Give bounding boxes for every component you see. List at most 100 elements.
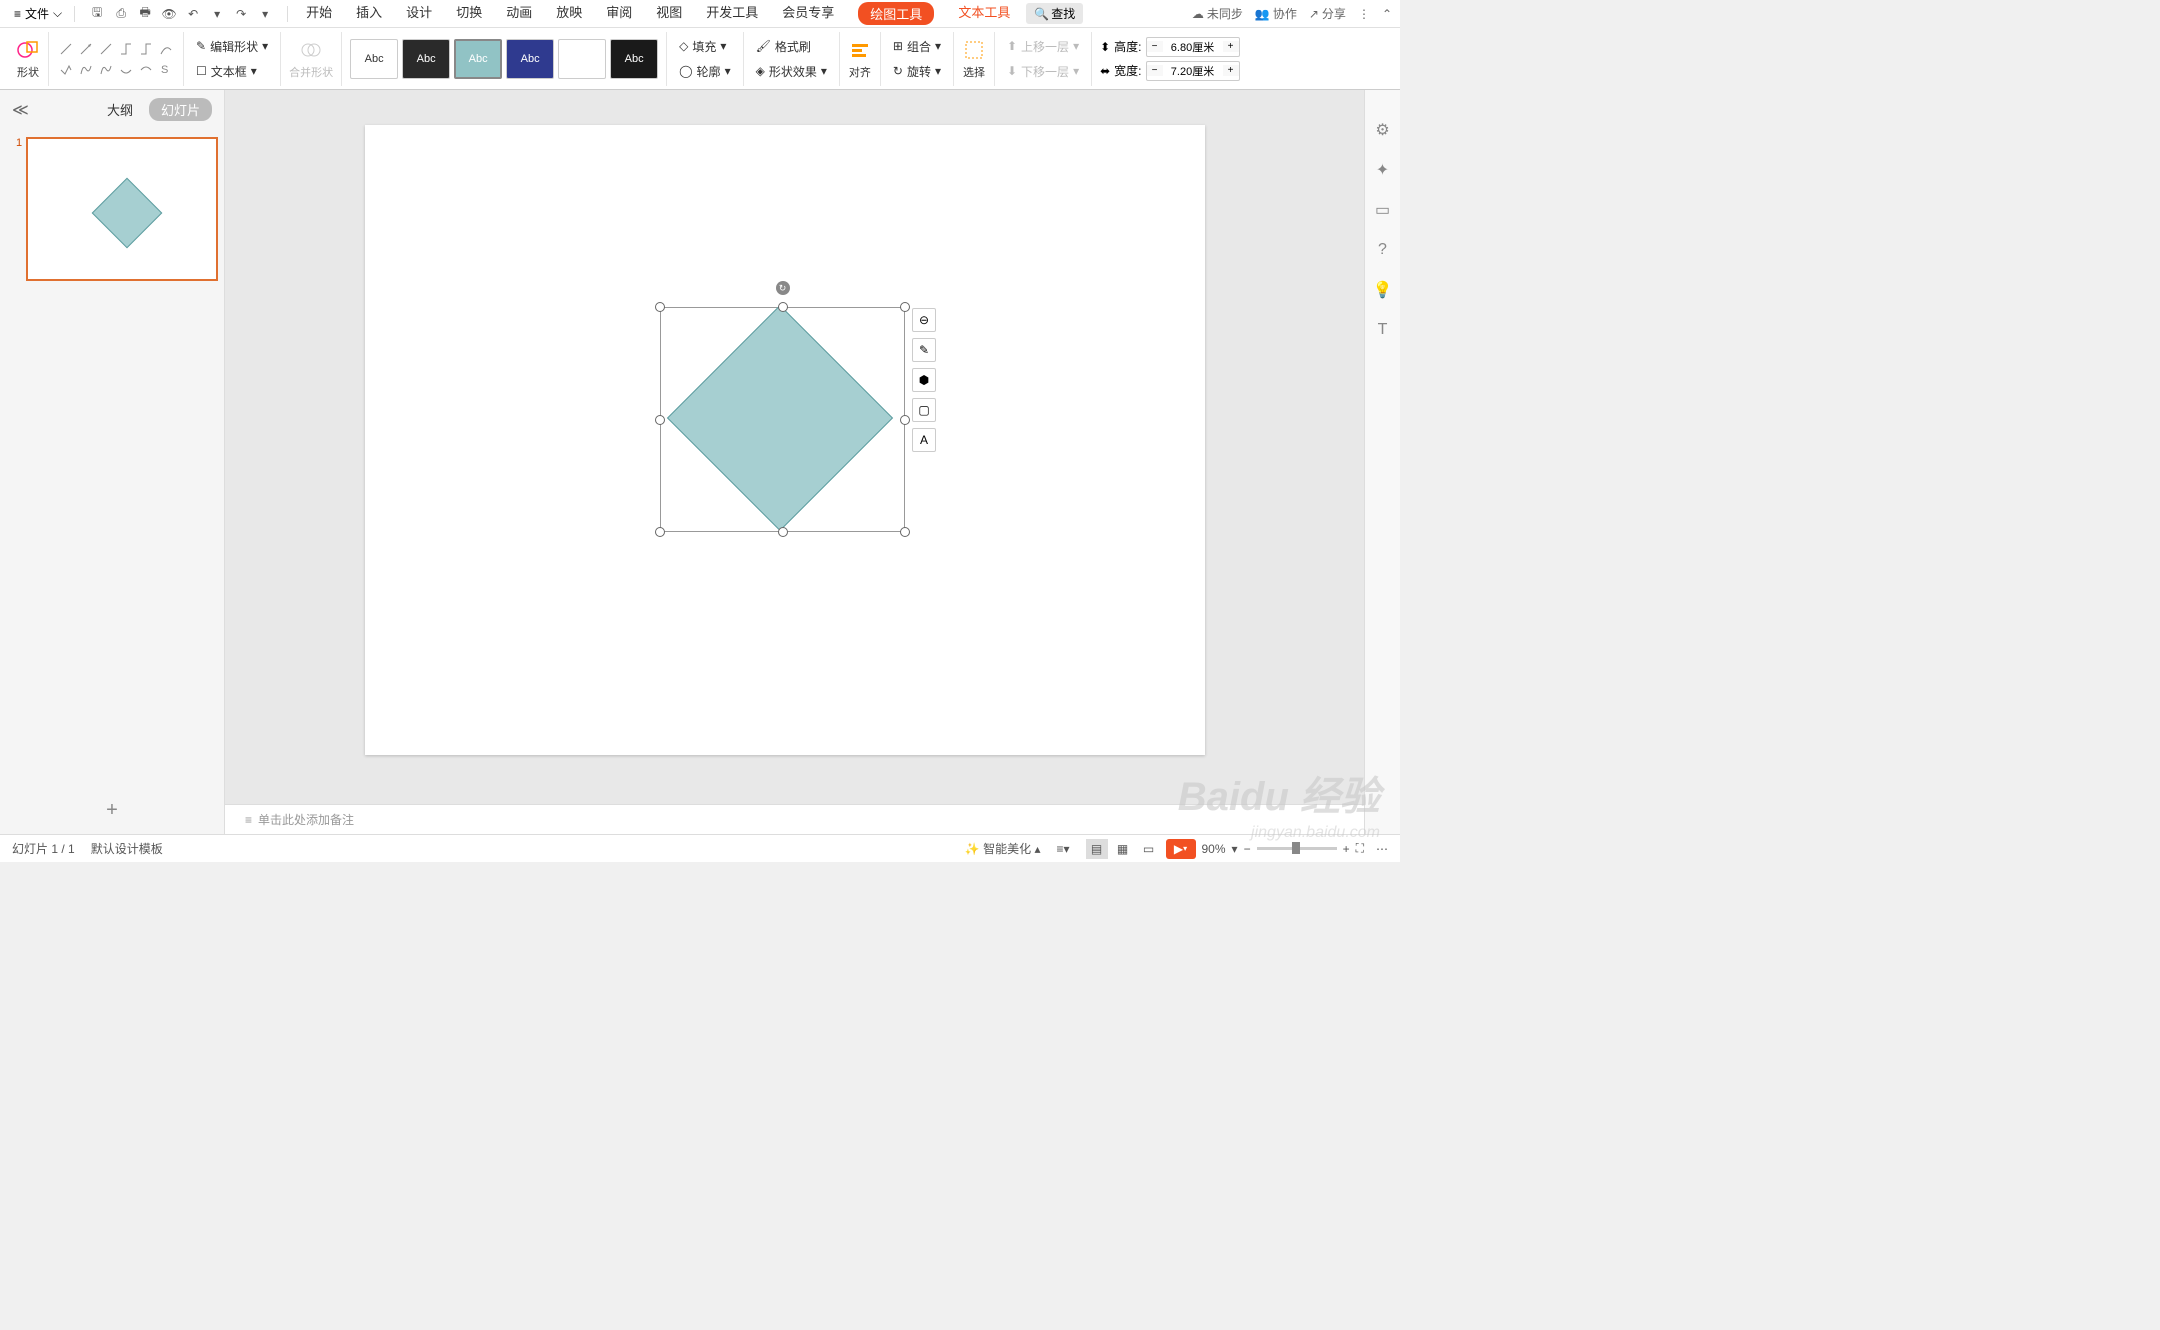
width-decrease[interactable]: −	[1147, 65, 1163, 76]
text-box-button[interactable]: ☐ 文本框 ▾	[192, 61, 261, 82]
rotate-button[interactable]: ↻旋转▾	[889, 61, 945, 82]
slide-canvas[interactable]: ↻ ⊖ ✎ ⬢ ▢ A	[365, 125, 1205, 755]
notes-input[interactable]: ≡ 单击此处添加备注	[225, 804, 1364, 834]
resize-handle-tr[interactable]	[900, 302, 910, 312]
tab-insert[interactable]: 插入	[356, 2, 382, 25]
beautify-button[interactable]: ✨ 智能美化 ▴	[965, 840, 1041, 857]
tab-view[interactable]: 视图	[656, 2, 682, 25]
style-outline[interactable]	[558, 39, 606, 79]
float-fill-icon[interactable]: ⬢	[912, 368, 936, 392]
collab-button[interactable]: 👥 协作	[1255, 5, 1297, 22]
file-menu[interactable]: ≡ 文件 ⌵	[8, 3, 68, 24]
height-increase[interactable]: +	[1223, 41, 1239, 52]
resize-handle-br[interactable]	[900, 527, 910, 537]
width-input[interactable]: − +	[1146, 61, 1240, 81]
resize-handle-tl[interactable]	[655, 302, 665, 312]
resize-handle-bm[interactable]	[778, 527, 788, 537]
collapse-ribbon-icon[interactable]: ⌃	[1382, 7, 1392, 21]
style-dark[interactable]: Abc	[610, 39, 658, 79]
float-outline-icon[interactable]: ▢	[912, 398, 936, 422]
tab-transition[interactable]: 切换	[456, 2, 482, 25]
presentation-panel-icon[interactable]: ▭	[1373, 200, 1393, 220]
diamond-shape[interactable]	[667, 314, 893, 519]
style-blue[interactable]: Abc	[506, 39, 554, 79]
float-text-icon[interactable]: A	[912, 428, 936, 452]
tab-draw-tool[interactable]: 绘图工具	[858, 2, 934, 25]
tab-review[interactable]: 审阅	[606, 2, 632, 25]
settings-panel-icon[interactable]: ⚙	[1373, 120, 1393, 140]
sparkle-panel-icon[interactable]: ✦	[1373, 160, 1393, 180]
style-teal-selected[interactable]: Abc	[454, 39, 502, 79]
slides-tab[interactable]: 幻灯片	[149, 98, 212, 121]
width-increase[interactable]: +	[1223, 65, 1239, 76]
zoom-value[interactable]: 90%	[1202, 842, 1226, 856]
align-button[interactable]: 对齐	[848, 38, 872, 80]
resize-handle-ml[interactable]	[655, 415, 665, 425]
tab-slideshow[interactable]: 放映	[556, 2, 582, 25]
undo-icon[interactable]: ↶	[185, 6, 201, 22]
undo-dropdown-icon[interactable]: ▾	[209, 6, 225, 22]
tab-design[interactable]: 设计	[406, 2, 432, 25]
move-up-button[interactable]: ⬆上移一层▾	[1003, 36, 1083, 57]
merge-shape-button[interactable]: 合并形状	[289, 38, 333, 80]
sync-status[interactable]: ☁ 未同步	[1192, 5, 1243, 22]
height-input[interactable]: − +	[1146, 37, 1240, 57]
tab-text-tool[interactable]: 文本工具	[958, 2, 1010, 25]
reading-view-icon[interactable]: ▭	[1138, 839, 1160, 859]
search-button[interactable]: 🔍 查找	[1026, 3, 1083, 24]
style-white[interactable]: Abc	[350, 39, 398, 79]
tab-developer[interactable]: 开发工具	[706, 2, 758, 25]
group-button[interactable]: ⊞组合▾	[889, 36, 945, 57]
edit-shape-button[interactable]: ✎ 编辑形状 ▾	[192, 36, 272, 57]
text-panel-icon[interactable]: T	[1373, 320, 1393, 340]
move-down-button[interactable]: ⬇下移一层▾	[1003, 61, 1083, 82]
zoom-slider[interactable]	[1257, 847, 1337, 850]
resize-handle-mr[interactable]	[900, 415, 910, 425]
print-preview-icon[interactable]: ⎙	[113, 6, 129, 22]
resize-handle-tm[interactable]	[778, 302, 788, 312]
tab-home[interactable]: 开始	[306, 2, 332, 25]
shape-effect-button[interactable]: ◈形状效果▾	[752, 61, 831, 82]
format-brush-button[interactable]: 🖌格式刷	[752, 36, 831, 57]
redo-icon[interactable]: ↷	[233, 6, 249, 22]
collapse-sidebar-icon[interactable]: ≪	[12, 100, 29, 120]
preview-icon[interactable]: 👁	[161, 6, 177, 22]
normal-view-icon[interactable]: ▤	[1086, 839, 1108, 859]
zoom-dropdown-icon[interactable]: ▾	[1232, 842, 1238, 856]
outline-button[interactable]: ◯轮廓▾	[675, 61, 734, 82]
zoom-thumb[interactable]	[1292, 842, 1300, 854]
style-black[interactable]: Abc	[402, 39, 450, 79]
float-collapse-icon[interactable]: ⊖	[912, 308, 936, 332]
select-button[interactable]: 选择	[962, 38, 986, 80]
resize-handle-bl[interactable]	[655, 527, 665, 537]
fit-screen-icon[interactable]: ⛶	[1356, 841, 1364, 856]
print-icon[interactable]: 🖶	[137, 6, 153, 22]
height-field[interactable]	[1163, 41, 1223, 53]
fill-button[interactable]: ◇填充▾	[675, 36, 734, 57]
selected-diamond-shape[interactable]: ↻	[660, 307, 905, 532]
add-slide-button[interactable]: +	[0, 787, 224, 834]
play-button[interactable]: ▶▾	[1166, 839, 1196, 859]
style-gallery[interactable]: Abc Abc Abc Abc Abc	[350, 39, 658, 79]
idea-panel-icon[interactable]: 💡	[1373, 280, 1393, 300]
help-panel-icon[interactable]: ?	[1373, 240, 1393, 260]
slide-thumbnail-1[interactable]	[26, 137, 218, 281]
rotate-handle[interactable]: ↻	[776, 281, 790, 295]
height-decrease[interactable]: −	[1147, 41, 1163, 52]
sorter-view-icon[interactable]: ▦	[1112, 839, 1134, 859]
line-gallery[interactable]: S	[57, 40, 175, 78]
outline-tab[interactable]: 大纲	[99, 98, 141, 121]
more-icon[interactable]: ⋮	[1358, 7, 1370, 21]
width-field[interactable]	[1163, 65, 1223, 77]
zoom-in-icon[interactable]: +	[1343, 842, 1350, 856]
shape-dropdown[interactable]: 形状	[16, 38, 40, 80]
notes-toggle-icon[interactable]: ≡▾	[1056, 842, 1069, 856]
tab-animation[interactable]: 动画	[506, 2, 532, 25]
zoom-out-icon[interactable]: −	[1244, 842, 1251, 856]
share-button[interactable]: ↗ 分享	[1309, 5, 1346, 22]
tab-member[interactable]: 会员专享	[782, 2, 834, 25]
float-eyedropper-icon[interactable]: ✎	[912, 338, 936, 362]
save-icon[interactable]: 🖫	[89, 6, 105, 22]
customize-dropdown-icon[interactable]: ▾	[257, 6, 273, 22]
more-status-icon[interactable]: ⋯	[1376, 842, 1388, 856]
